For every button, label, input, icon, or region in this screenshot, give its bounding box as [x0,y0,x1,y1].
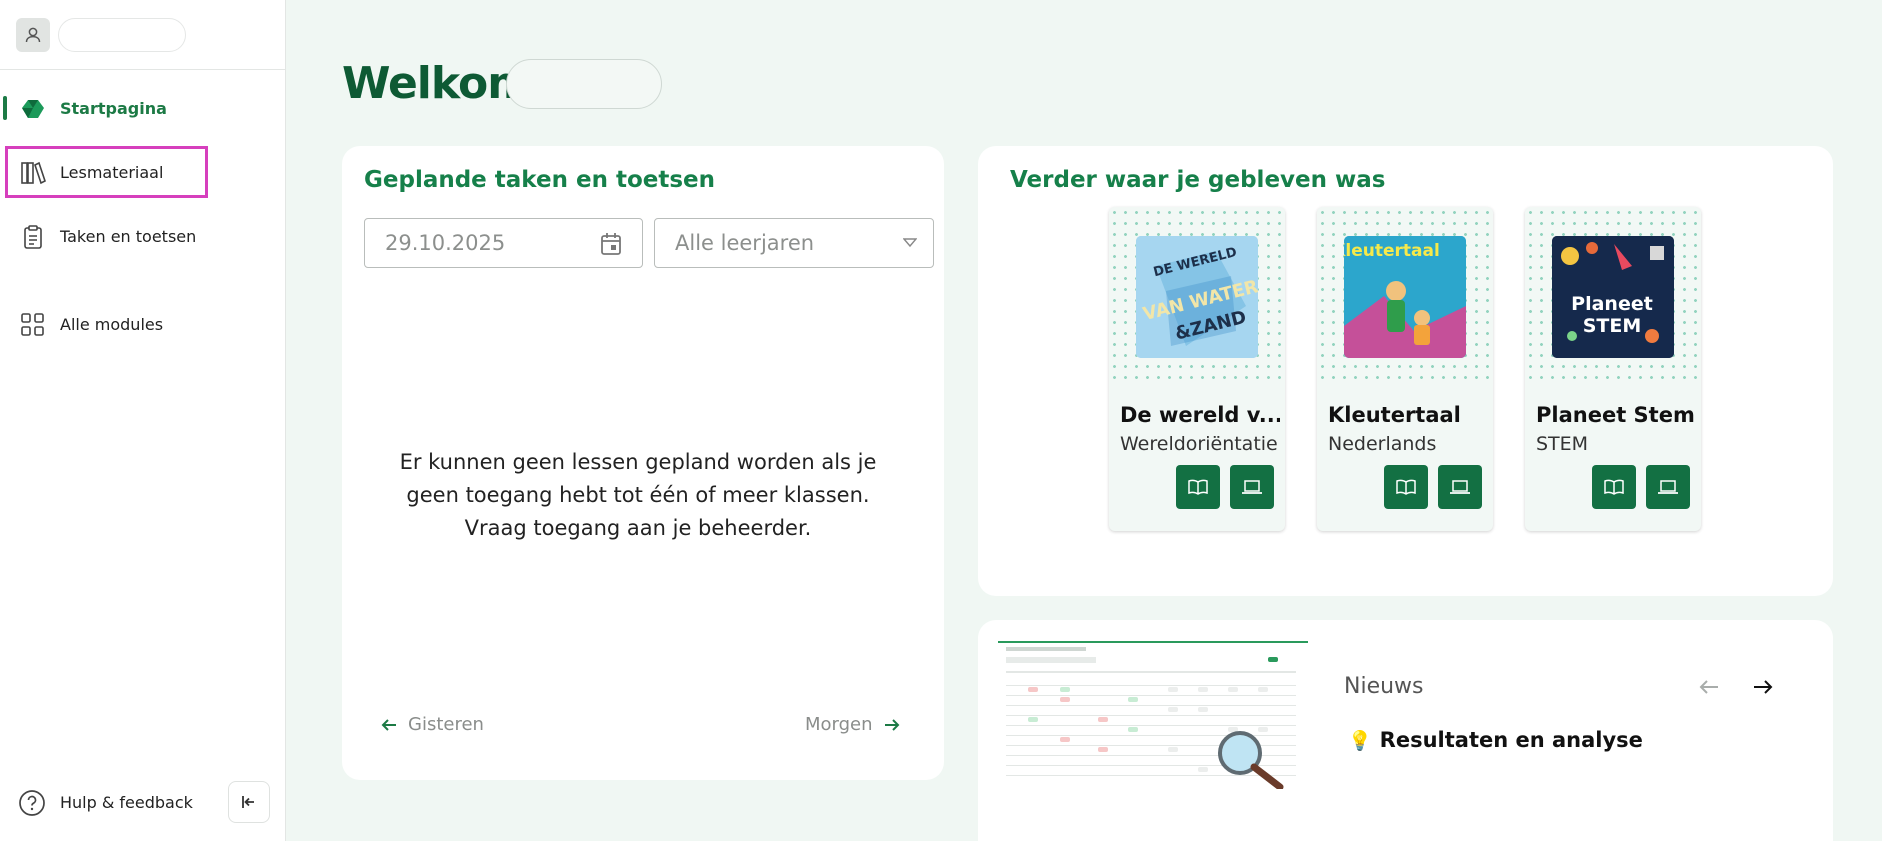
user-name-pill[interactable] [58,17,186,52]
news-thumbnail[interactable] [998,641,1308,789]
continue-title: Verder waar je gebleven was [1010,167,1386,193]
book-subject-3: STEM [1536,433,1589,455]
laptop-icon [1450,480,1470,494]
grade-select[interactable]: Alle leerjaren [654,218,934,268]
book-open-icon [1396,479,1416,495]
open-digital-button-2[interactable] [1438,465,1482,509]
book-open-icon [1188,479,1208,495]
open-book-button-3[interactable] [1592,465,1636,509]
laptop-icon [1242,480,1262,494]
chevron-down-icon [903,238,917,248]
cover-text-3: Planeet [1571,293,1653,315]
book-open-icon [1604,479,1624,495]
user-bar [0,0,285,70]
book-card-2[interactable]: Kleutertaal Kleutertaal Nederlands [1317,207,1493,531]
books-icon [21,161,46,185]
next-day-button[interactable]: Morgen [805,714,901,735]
news-item[interactable]: 💡 Resultaten en analyse [1348,728,1643,752]
empty-line-1: Er kunnen geen lessen gepland worden als… [399,450,877,474]
news-item-title: Resultaten en analyse [1379,728,1643,752]
active-indicator [3,96,7,120]
nav-home[interactable]: Startpagina [0,86,286,130]
book-cover-3: Planeet STEM [1552,236,1674,358]
open-digital-button-3[interactable] [1646,465,1690,509]
news-next-button[interactable] [1748,672,1778,702]
calendar-icon [601,233,621,255]
collapse-icon [242,796,254,808]
previous-day-label: Gisteren [408,714,484,735]
home-logo-icon [22,100,44,118]
page-title: Welkom [342,58,533,109]
date-picker[interactable]: 29.10.2025 [364,218,643,268]
arrow-right-icon [884,718,899,731]
user-icon [25,27,41,42]
date-value: 29.10.2025 [385,231,506,255]
book-cover-1: DE WERELD VAN WATER &ZAND [1136,236,1258,358]
news-previous-button[interactable] [1694,672,1724,702]
clipboard-icon [24,225,42,249]
nav-materials-label: Lesmateriaal [60,162,164,182]
user-avatar[interactable] [16,17,50,52]
help-icon [19,790,45,816]
nav-tasks-label: Taken en toetsen [60,226,197,246]
book-cover-art-2: Kleutertaal [1344,236,1466,358]
nav-materials[interactable]: Lesmateriaal [0,150,286,194]
grade-select-value: Alle leerjaren [675,231,815,255]
book-title-1: De wereld v... [1120,403,1280,427]
arrow-left-icon [381,718,396,731]
grid-icon [21,313,44,336]
sidebar: Startpagina Lesmateriaal Taken en toetse… [0,0,286,841]
book-title-3: Planeet Stem [1536,403,1695,427]
svg-text:STEM: STEM [1583,315,1642,337]
open-book-button-2[interactable] [1384,465,1428,509]
open-digital-button-1[interactable] [1230,465,1274,509]
empty-state-message: Er kunnen geen lessen gepland worden als… [380,446,896,545]
book-card-1[interactable]: DE WERELD VAN WATER &ZAND De wereld v...… [1109,207,1285,531]
arrow-right-icon [1754,680,1773,694]
arrow-left-icon [1699,680,1718,694]
welcome-name-pill [506,59,662,109]
previous-day-button[interactable]: Gisteren [380,714,484,735]
book-card-3[interactable]: Planeet STEM Planeet Stem STEM [1525,207,1701,531]
book-subject-1: Wereldoriëntatie [1120,433,1278,455]
empty-line-3: Vraag toegang aan je beheerder. [464,516,812,540]
book-cover-art-1: DE WERELD VAN WATER &ZAND [1136,236,1258,358]
book-cover-art-3: Planeet STEM [1552,236,1674,358]
cover-text-2: Kleutertaal [1344,241,1440,261]
nav-modules-label: Alle modules [60,314,164,334]
help-label: Hulp & feedback [60,792,193,812]
empty-line-2: geen toegang hebt tot één of meer klasse… [406,483,870,507]
open-book-button-1[interactable] [1176,465,1220,509]
book-cover-2: Kleutertaal [1344,236,1466,358]
lightbulb-icon: 💡 [1348,729,1372,752]
book-subject-2: Nederlands [1328,433,1437,455]
laptop-icon [1658,480,1678,494]
planned-tasks-title: Geplande taken en toetsen [364,167,715,193]
news-label: Nieuws [1344,674,1424,699]
nav-home-label: Startpagina [60,98,167,118]
nav-tasks[interactable]: Taken en toetsen [0,214,286,258]
collapse-sidebar-button[interactable] [228,781,270,823]
nav-modules[interactable]: Alle modules [0,302,286,346]
book-title-2: Kleutertaal [1328,403,1461,427]
news-thumbnail-art [998,643,1308,789]
next-day-label: Morgen [805,714,873,735]
